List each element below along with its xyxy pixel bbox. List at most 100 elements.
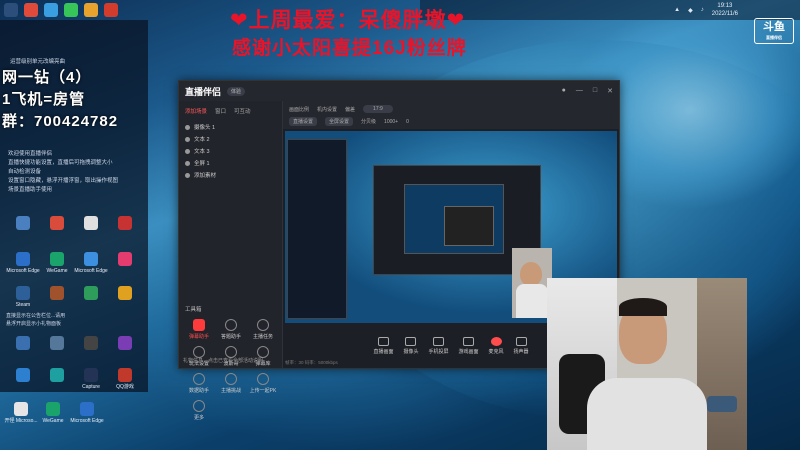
app-icon[interactable] (84, 3, 98, 17)
desktop-icon[interactable]: QQ游戏 (108, 368, 142, 390)
minimize-icon[interactable]: — (576, 87, 583, 95)
speaker-icon (515, 337, 527, 346)
tab-interactive[interactable]: 可互动 (234, 107, 251, 115)
desktop-icon[interactable]: Microsoft Edge (74, 252, 108, 274)
desktop-icon[interactable] (6, 336, 40, 352)
viewer-count: 1000+ (384, 118, 399, 125)
eye-icon[interactable] (185, 136, 190, 142)
desktop-icon[interactable] (108, 252, 142, 268)
eye-icon[interactable] (185, 124, 190, 130)
game-capture-button[interactable]: 游戏画面 (459, 337, 479, 355)
eye-icon[interactable] (185, 160, 190, 166)
add-source-button[interactable]: 添加素材 (179, 169, 282, 181)
tips-list: 欢迎使用直播伴侣 直播快捷功能设置，直播后可拖拽调整大小 自动检测设备 设置窗口… (8, 150, 118, 195)
close-icon[interactable]: ✕ (607, 87, 613, 95)
desktop-icon[interactable] (40, 286, 74, 302)
desktop-icon[interactable] (108, 286, 142, 302)
desktop-icon[interactable] (108, 216, 142, 232)
tool-danmu-assistant[interactable]: 弹幕助手 (183, 319, 215, 340)
microphone-button[interactable]: 麦克风 (489, 337, 504, 355)
toolbar-label: 直播画面 (373, 349, 394, 355)
desktop-icon[interactable] (108, 336, 142, 352)
headline-thanks: 感谢小太阳喜提16J粉丝牌 (232, 38, 467, 59)
maximize-icon[interactable]: □ (593, 87, 597, 95)
desktop-icon[interactable]: Steam (6, 286, 40, 308)
tool-host-challenge[interactable]: 主播挑战 (215, 373, 247, 394)
tool-host-task[interactable]: 主播任务 (247, 319, 279, 340)
phone-cast-button[interactable]: 手机投屏 (428, 337, 449, 355)
desktop-icon[interactable]: WeGame (36, 402, 70, 424)
tip-bottom-2: 悬浮开启显示小礼物面板 (6, 321, 62, 327)
desktop-icon[interactable] (40, 336, 74, 352)
speaker-button[interactable]: 扬声器 (514, 337, 529, 355)
tool-label: 数据助手 (188, 388, 209, 394)
tip-item: 欢迎使用直播伴侣 (8, 151, 53, 157)
eye-icon[interactable] (185, 148, 190, 154)
tab-add-scene[interactable]: 添加场景 (185, 107, 207, 115)
toolbar-label: 手机投屏 (428, 349, 449, 355)
desktop-icon-area: 运营级别单元改编亮曲 网一钻（4） 1飞机=房管 群：700424782 欢迎使… (0, 20, 148, 392)
stream-settings-bar: 画面比例 机内设置 偏差 17:9 直播设置 全屏设置 分贝级 1000+ 0 (283, 101, 619, 129)
ratio-value[interactable]: 17:9 (363, 105, 393, 113)
desktop-icon[interactable]: Capture (74, 368, 108, 390)
add-source-label: 添加素材 (194, 173, 217, 179)
tip-item: 自动检测设备 (8, 169, 42, 175)
source-item[interactable]: 文本 2 (179, 133, 282, 145)
desktop-icon-label: 开怪 Microso... (4, 418, 38, 424)
source-item[interactable]: 摄像头 1 (179, 121, 282, 133)
tray-icon[interactable]: ♪ (701, 7, 704, 13)
monitor-icon (377, 337, 389, 346)
tool-quiz-assistant[interactable]: 答题助手 (215, 319, 247, 340)
desktop-icon[interactable] (40, 216, 74, 232)
tray-icon[interactable]: ▲ (674, 7, 680, 13)
app-icon[interactable] (64, 3, 78, 17)
avatar[interactable]: ● (562, 87, 566, 95)
tab-window[interactable]: 窗口 (215, 107, 226, 115)
source-label: 摄像头 1 (194, 125, 216, 131)
headline-favorite-text: 上周最爱：呆傻胖墩 (248, 9, 447, 32)
aspect-ratio-label[interactable]: 画面比例 (289, 106, 309, 113)
source-label: 文本 3 (194, 149, 210, 155)
app-icon[interactable] (24, 3, 38, 17)
desktop-icon-label: QQ游戏 (116, 384, 134, 390)
device-settings-label[interactable]: 机内设置 (317, 106, 337, 113)
desktop-icon[interactable]: Microsoft Edge (70, 402, 104, 424)
source-item[interactable]: 文本 3 (179, 145, 282, 157)
app-icon[interactable] (104, 3, 118, 17)
tool-pk[interactable]: 上传一起PK (247, 373, 279, 394)
tray-date: 2022/11/6 (711, 11, 738, 17)
phone-icon (432, 337, 444, 346)
desktop-icon[interactable]: 开怪 Microso... (4, 402, 38, 424)
plus-icon (185, 172, 190, 178)
desktop-icon[interactable] (6, 216, 40, 232)
tray-clock[interactable]: 19:13 2022/11/6 (712, 2, 738, 18)
desktop-icon[interactable] (40, 368, 74, 384)
desktop-icon[interactable] (6, 368, 40, 384)
desktop-icon[interactable]: Microsoft Edge (6, 252, 40, 274)
tool-data-assistant[interactable]: 数据助手 (183, 373, 215, 394)
more-icon (193, 400, 205, 412)
tool-more[interactable]: 更多 (183, 400, 215, 421)
desktop-icon-label: Microsoft Edge (74, 268, 108, 274)
app-icon[interactable] (44, 3, 58, 17)
toolbox-grid: 弹幕助手 答题助手 主播任务 玩法设置 波斯哥 弹幕库 数据助手 主播挑战 上传… (183, 319, 279, 421)
chart-icon (193, 373, 205, 385)
fullscreen-settings-button[interactable]: 全屏设置 (325, 117, 354, 126)
overlay-line-2: 1飞机=房管 (2, 91, 86, 108)
desktop-icon[interactable] (74, 336, 108, 352)
brand-text: 斗鱼 (763, 21, 785, 33)
screen-capture-button[interactable]: 直播画面 (373, 337, 393, 355)
desktop-icon[interactable] (74, 286, 108, 302)
task-icon (257, 319, 269, 331)
desktop-icon[interactable]: WeGame (40, 252, 74, 274)
tray-icon[interactable]: ◆ (688, 7, 693, 14)
offset-label[interactable]: 偏差 (345, 106, 355, 113)
toolbar-label: 扬声器 (513, 349, 529, 355)
desktop-icon[interactable] (74, 216, 108, 232)
stream-settings-button[interactable]: 直播设置 (289, 117, 318, 126)
source-item[interactable]: 全屏 1 (179, 157, 282, 169)
camera-button[interactable]: 摄像头 (403, 337, 418, 355)
tool-label: 主播挑战 (220, 388, 241, 394)
source-label: 文本 2 (194, 137, 210, 143)
app-icon[interactable] (4, 3, 18, 17)
